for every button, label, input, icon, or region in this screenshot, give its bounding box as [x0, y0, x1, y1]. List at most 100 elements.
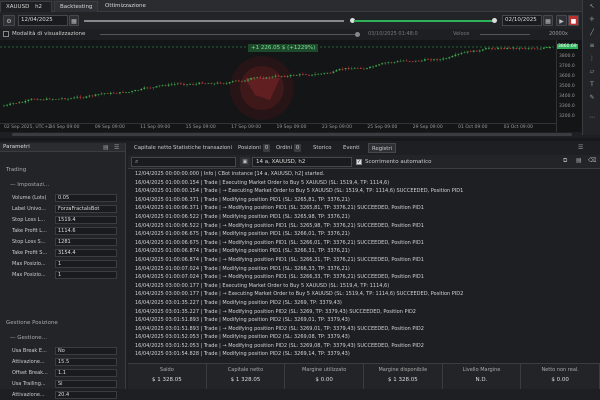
- param-row: Label Univo... ForzaFractalsBot: [10, 205, 122, 214]
- param-value-input[interactable]: Sì: [55, 380, 117, 388]
- price-tick-label: 3500.0: [559, 84, 575, 89]
- price-chart[interactable]: +1 226.05 $ (+1229%) 3860.69 3800.0 3700.…: [0, 40, 582, 132]
- tab-optimization[interactable]: Ottimizzazione: [100, 1, 150, 12]
- more-icon[interactable]: ⋯: [588, 114, 596, 122]
- param-label: Take Profit L...: [12, 228, 47, 234]
- clear-log-icon[interactable]: ⌫: [588, 157, 596, 164]
- tab-registri[interactable]: Registri: [368, 143, 397, 153]
- candle-body: [521, 48, 524, 49]
- stat-title: Margine utilizzato: [301, 367, 347, 373]
- channel-tool-icon[interactable]: ≡: [588, 42, 596, 50]
- param-value-input[interactable]: 0.05: [55, 194, 117, 202]
- candle-body: [506, 48, 509, 50]
- param-value-input[interactable]: 1: [55, 271, 117, 279]
- stop-icon[interactable]: ■: [568, 15, 579, 26]
- tab-capitale-netto[interactable]: Capitale netto: [131, 143, 175, 153]
- tab-symbol[interactable]: XAUUSD h2: [0, 1, 52, 12]
- param-value-input[interactable]: ForzaFractalsBot: [55, 205, 117, 213]
- tab-eventi[interactable]: Eventi: [340, 143, 363, 153]
- save-log-icon[interactable]: ▤: [576, 157, 582, 164]
- cursor-icon[interactable]: ↖: [588, 3, 596, 11]
- time-axis[interactable]: 02 Sep 2025, UTC+2 04 Sep 09:00 09 Sep 09:…: [0, 123, 556, 132]
- autoscroll-checkbox[interactable]: ✓: [356, 159, 362, 165]
- tab-label: Eventi: [343, 145, 360, 151]
- end-date-input[interactable]: 02/10/2025: [502, 15, 542, 26]
- candle-body: [332, 71, 335, 73]
- sub-gestione[interactable]: — Gestione...: [10, 335, 47, 341]
- param-row: Volume (Lots) 0.05: [10, 194, 122, 203]
- backtest-controls: ⚙ 12/04/2025 ▦ 02/10/2025 ▦ ▶ ■: [0, 12, 582, 29]
- param-value-input[interactable]: 1519.4: [55, 216, 117, 224]
- param-value-input[interactable]: 15.5: [55, 358, 117, 366]
- fibonacci-icon[interactable]: ⋮: [588, 55, 596, 63]
- instance-select[interactable]: 14 a, XAUUSD, h2: [252, 157, 352, 167]
- tab-backtesting[interactable]: Backtesting: [54, 1, 98, 12]
- param-value-input[interactable]: 3154.4: [55, 249, 117, 257]
- param-value-input[interactable]: 1114.6: [55, 227, 117, 235]
- chart-scrollbar-thumb[interactable]: [12, 133, 572, 136]
- log-line: 16/04/2025 01:00:00.154 | Trade | → Exec…: [135, 188, 464, 195]
- progress-handle[interactable]: [355, 32, 360, 37]
- tab-posizioni[interactable]: Posizioni 0: [235, 143, 273, 153]
- copy-log-icon[interactable]: ⧉: [563, 157, 567, 165]
- param-value-input[interactable]: 20.4: [55, 391, 117, 399]
- start-date-input[interactable]: 12/04/2025: [18, 15, 68, 26]
- candle-body: [433, 59, 435, 61]
- candle-body: [9, 103, 11, 105]
- price-tick-label: 3700.0: [559, 64, 575, 69]
- candle-body: [33, 98, 36, 100]
- tab-statistiche-transazioni[interactable]: Statistiche transazioni: [170, 143, 235, 153]
- stat-value: $ 1 328.05: [230, 377, 261, 383]
- stat-value: $ 0.00: [315, 377, 333, 383]
- param-value-input[interactable]: 1281: [55, 238, 117, 246]
- candle-body: [45, 98, 48, 100]
- candle-body: [475, 50, 478, 52]
- end-calendar-icon[interactable]: ▦: [543, 15, 553, 26]
- chart-scrollbar[interactable]: [0, 132, 582, 137]
- param-label: Volume (Lots): [12, 195, 47, 201]
- time-tick-label: 29 Sep 09:00: [412, 125, 443, 130]
- price-tick-label: 3400.0: [559, 94, 575, 99]
- candle-body: [283, 76, 286, 77]
- crosshair-icon[interactable]: ✛: [588, 16, 596, 24]
- save-params-icon[interactable]: ▤: [103, 144, 109, 151]
- log-toolbar: ⌕ ▣ 14 a, XAUUSD, h2 ✓ Scorrimento autom…: [128, 155, 600, 169]
- group-trading[interactable]: Trading: [6, 167, 26, 173]
- candle-body: [314, 74, 316, 75]
- candle-body: [533, 48, 536, 50]
- candle-body: [158, 85, 161, 87]
- param-label: Max Posizio...: [12, 272, 46, 278]
- start-calendar-icon[interactable]: ▦: [69, 15, 79, 26]
- tab-storico[interactable]: Storico: [310, 143, 334, 153]
- range-slider-track[interactable]: [84, 20, 344, 22]
- params-menu-icon[interactable]: ☰: [114, 144, 119, 151]
- candle-body: [24, 100, 27, 103]
- candle-body: [112, 92, 115, 94]
- visual-mode-checkbox[interactable]: [3, 31, 9, 37]
- log-line: 16/04/2025 01:00:07.024 | Trade | Modify…: [135, 265, 350, 272]
- settings-gear-icon[interactable]: ⚙: [3, 15, 15, 26]
- speed-slider[interactable]: [480, 34, 530, 35]
- tab-ordini[interactable]: Ordini 0: [273, 143, 304, 153]
- param-value-input[interactable]: 1: [55, 260, 117, 268]
- brush-icon[interactable]: ✎: [588, 94, 596, 102]
- pnl-label: +1 226.05 $ (+1229%): [248, 44, 319, 52]
- shapes-icon[interactable]: ▱: [588, 68, 596, 76]
- price-axis[interactable]: 3860.69 3800.0 3700.0 3600.0 3500.0 3400.0 33…: [556, 40, 582, 132]
- range-slider-end-handle[interactable]: [492, 18, 497, 23]
- param-value-input[interactable]: No: [55, 347, 117, 355]
- candle-body: [109, 92, 112, 94]
- log-list[interactable]: 12/04/2025 00:00:00.000 | Info | CBot in…: [128, 170, 600, 363]
- stat-1: Capitale netto $ 1 328.05: [207, 364, 286, 389]
- sub-impostazioni[interactable]: — Impostazi...: [10, 182, 49, 188]
- stat-title: Netto non real.: [541, 367, 579, 373]
- param-row: Max Posizio... 1: [10, 260, 122, 269]
- split-handle[interactable]: [0, 138, 600, 141]
- group-gestione[interactable]: Gestione Posizione: [6, 320, 58, 326]
- text-tool-icon[interactable]: T: [588, 81, 596, 89]
- panel-menu-icon[interactable]: ☰: [578, 144, 583, 151]
- play-icon[interactable]: ▶: [556, 15, 567, 26]
- param-value-input[interactable]: 1.1: [55, 369, 117, 377]
- log-search-input[interactable]: ⌕: [131, 157, 236, 167]
- line-tool-icon[interactable]: ╱: [588, 29, 596, 37]
